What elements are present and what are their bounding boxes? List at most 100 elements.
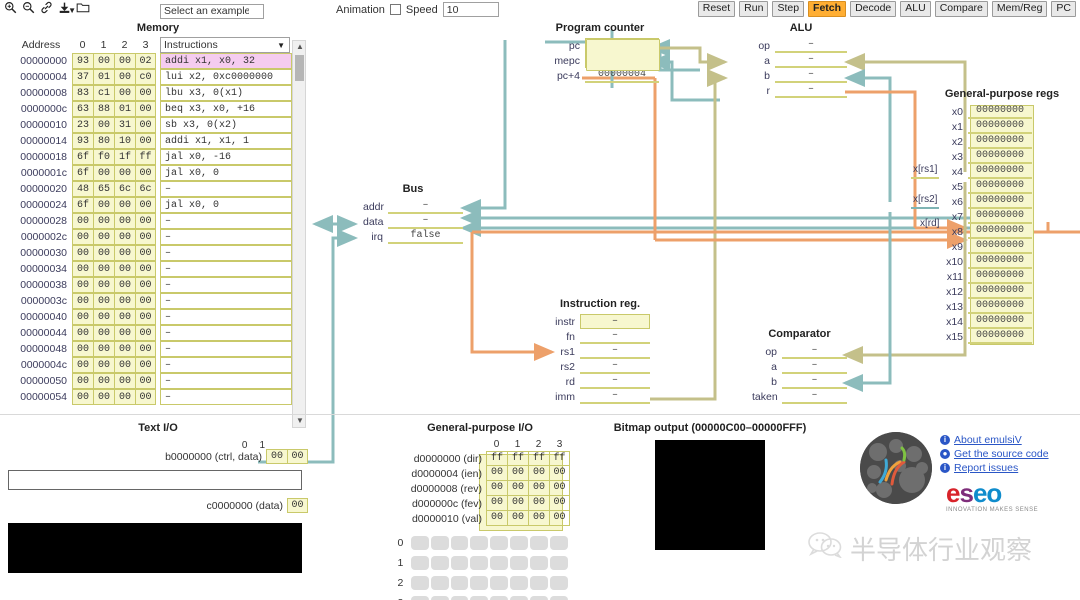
gpio-led[interactable] bbox=[430, 556, 449, 570]
memory-byte-3[interactable]: 02 bbox=[135, 53, 156, 69]
memory-byte-0[interactable]: 00 bbox=[72, 373, 93, 389]
memory-byte-2[interactable]: 00 bbox=[114, 53, 135, 69]
memory-byte-1[interactable]: 00 bbox=[93, 389, 114, 405]
gp-reg-value[interactable]: 00000000 bbox=[968, 314, 1032, 329]
gpio-cell-1[interactable]: 00 bbox=[507, 466, 528, 481]
gpio-led[interactable] bbox=[490, 556, 509, 570]
scrollbar-thumb[interactable] bbox=[295, 55, 304, 81]
memory-row[interactable]: 00000040 00 00 00 00– bbox=[10, 309, 306, 325]
memory-byte-0[interactable]: 6f bbox=[72, 165, 93, 181]
instruction-reg-value[interactable]: – bbox=[580, 344, 650, 359]
memory-row[interactable]: 00000034 00 00 00 00– bbox=[10, 261, 306, 277]
gpio-led[interactable] bbox=[550, 556, 568, 570]
gpio-led[interactable] bbox=[410, 596, 429, 600]
memory-byte-3[interactable]: 00 bbox=[135, 293, 156, 309]
memory-byte-1[interactable]: 88 bbox=[93, 101, 114, 117]
instruction-reg-value[interactable]: – bbox=[580, 329, 650, 344]
gpio-led[interactable] bbox=[550, 596, 568, 600]
memory-row[interactable]: 00000024 6f 00 00 00 jal x0, 0 bbox=[10, 197, 306, 213]
gpio-led[interactable] bbox=[490, 536, 509, 550]
speed-input[interactable] bbox=[442, 2, 499, 17]
zoom-out-icon[interactable] bbox=[22, 1, 35, 14]
memory-row[interactable]: 00000050 00 00 00 00– bbox=[10, 373, 306, 389]
gpio-cell-2[interactable]: 00 bbox=[528, 511, 549, 526]
memory-byte-1[interactable]: 00 bbox=[93, 309, 114, 325]
memory-instruction[interactable]: – bbox=[160, 245, 292, 261]
memory-byte-0[interactable]: 6f bbox=[72, 149, 93, 165]
memory-row[interactable]: 0000001c 6f 00 00 00 jal x0, 0 bbox=[10, 165, 306, 181]
memory-byte-2[interactable]: 00 bbox=[114, 213, 135, 229]
memory-byte-3[interactable]: 00 bbox=[135, 117, 156, 133]
gpio-led[interactable] bbox=[510, 576, 529, 590]
gpio-cell-3[interactable]: 00 bbox=[549, 466, 570, 481]
instruction-reg-value[interactable]: – bbox=[580, 359, 650, 374]
gp-reg-value[interactable]: 00000000 bbox=[968, 119, 1032, 134]
about-link-row[interactable]: ● Get the source code bbox=[940, 447, 1049, 461]
comparator-value[interactable]: – bbox=[782, 344, 847, 359]
memory-byte-2[interactable]: 10 bbox=[114, 133, 135, 149]
memory-instruction[interactable]: – bbox=[160, 309, 292, 325]
memory-row[interactable]: 00000020 48 65 6c 6c – bbox=[10, 181, 306, 197]
open-folder-icon[interactable] bbox=[76, 1, 90, 14]
memory-byte-3[interactable]: 00 bbox=[135, 373, 156, 389]
memory-row[interactable]: 00000004 37 01 00 c0 lui x2, 0xc0000000 bbox=[10, 69, 306, 85]
memory-instruction[interactable]: lui x2, 0xc0000000 bbox=[160, 69, 292, 85]
memory-byte-0[interactable]: 00 bbox=[72, 309, 93, 325]
gpio-cell-3[interactable]: 00 bbox=[549, 496, 570, 511]
memory-row[interactable]: 00000014 93 80 10 00 addi x1, x1, 1 bbox=[10, 133, 306, 149]
memory-byte-2[interactable]: 00 bbox=[114, 85, 135, 101]
memory-row[interactable]: 00000030 00 00 00 00– bbox=[10, 245, 306, 261]
gpio-led[interactable] bbox=[550, 576, 568, 590]
memory-row[interactable]: 0000003c 00 00 00 00– bbox=[10, 293, 306, 309]
memory-byte-3[interactable]: 6c bbox=[135, 181, 156, 197]
alu-value[interactable]: – bbox=[775, 53, 847, 68]
gpio-led[interactable] bbox=[510, 536, 529, 550]
gpio-cell-3[interactable]: 00 bbox=[549, 481, 570, 496]
text-io-data-cell-0[interactable]: 00 bbox=[287, 498, 308, 513]
memory-byte-2[interactable]: 31 bbox=[114, 117, 135, 133]
memory-instruction[interactable]: – bbox=[160, 293, 292, 309]
about-link-text[interactable]: Report issues bbox=[954, 462, 1018, 474]
gpio-cell-2[interactable]: ff bbox=[528, 451, 549, 466]
gpio-cell-2[interactable]: 00 bbox=[528, 466, 549, 481]
gpio-cell-0[interactable]: 00 bbox=[486, 466, 507, 481]
memory-byte-1[interactable]: 00 bbox=[93, 245, 114, 261]
instruction-reg-value[interactable]: – bbox=[580, 314, 650, 329]
memory-byte-0[interactable]: 00 bbox=[72, 277, 93, 293]
memory-instruction[interactable]: jal x0, 0 bbox=[160, 197, 292, 213]
memory-row[interactable]: 0000002c 00 00 00 00– bbox=[10, 229, 306, 245]
memory-byte-2[interactable]: 00 bbox=[114, 341, 135, 357]
control-button-run[interactable]: Run bbox=[739, 1, 769, 17]
memory-instruction[interactable]: addi x1, x1, 1 bbox=[160, 133, 292, 149]
memory-byte-3[interactable]: 00 bbox=[135, 245, 156, 261]
memory-byte-0[interactable]: 37 bbox=[72, 69, 93, 85]
memory-byte-1[interactable]: 00 bbox=[93, 165, 114, 181]
memory-byte-1[interactable]: 65 bbox=[93, 181, 114, 197]
memory-byte-2[interactable]: 00 bbox=[114, 229, 135, 245]
memory-byte-0[interactable]: 00 bbox=[72, 389, 93, 405]
gp-reg-value[interactable]: 00000000 bbox=[968, 239, 1032, 254]
memory-instruction[interactable]: beq x3, x0, +16 bbox=[160, 101, 292, 117]
memory-byte-0[interactable]: 00 bbox=[72, 261, 93, 277]
memory-byte-0[interactable]: 83 bbox=[72, 85, 93, 101]
comparator-value[interactable]: – bbox=[782, 359, 847, 374]
gpio-led[interactable] bbox=[530, 536, 549, 550]
memory-row[interactable]: 00000038 00 00 00 00– bbox=[10, 277, 306, 293]
memory-byte-1[interactable]: 00 bbox=[93, 53, 114, 69]
memory-byte-3[interactable]: 00 bbox=[135, 197, 156, 213]
memory-byte-1[interactable]: 00 bbox=[93, 277, 114, 293]
memory-byte-3[interactable]: 00 bbox=[135, 101, 156, 117]
gpio-led[interactable] bbox=[430, 576, 449, 590]
memory-byte-3[interactable]: 00 bbox=[135, 261, 156, 277]
memory-byte-3[interactable]: 00 bbox=[135, 357, 156, 373]
bus-value[interactable]: – bbox=[388, 199, 463, 214]
gpio-led[interactable] bbox=[510, 596, 529, 600]
gpio-led[interactable] bbox=[450, 556, 469, 570]
gpio-cell-1[interactable]: 00 bbox=[507, 496, 528, 511]
gpio-cell-1[interactable]: ff bbox=[507, 451, 528, 466]
memory-instruction[interactable]: – bbox=[160, 261, 292, 277]
instruction-reg-value[interactable]: – bbox=[580, 389, 650, 404]
gp-reg-value[interactable]: 00000000 bbox=[968, 179, 1032, 194]
memory-byte-3[interactable]: 00 bbox=[135, 325, 156, 341]
gp-reg-value[interactable]: 00000000 bbox=[968, 284, 1032, 299]
